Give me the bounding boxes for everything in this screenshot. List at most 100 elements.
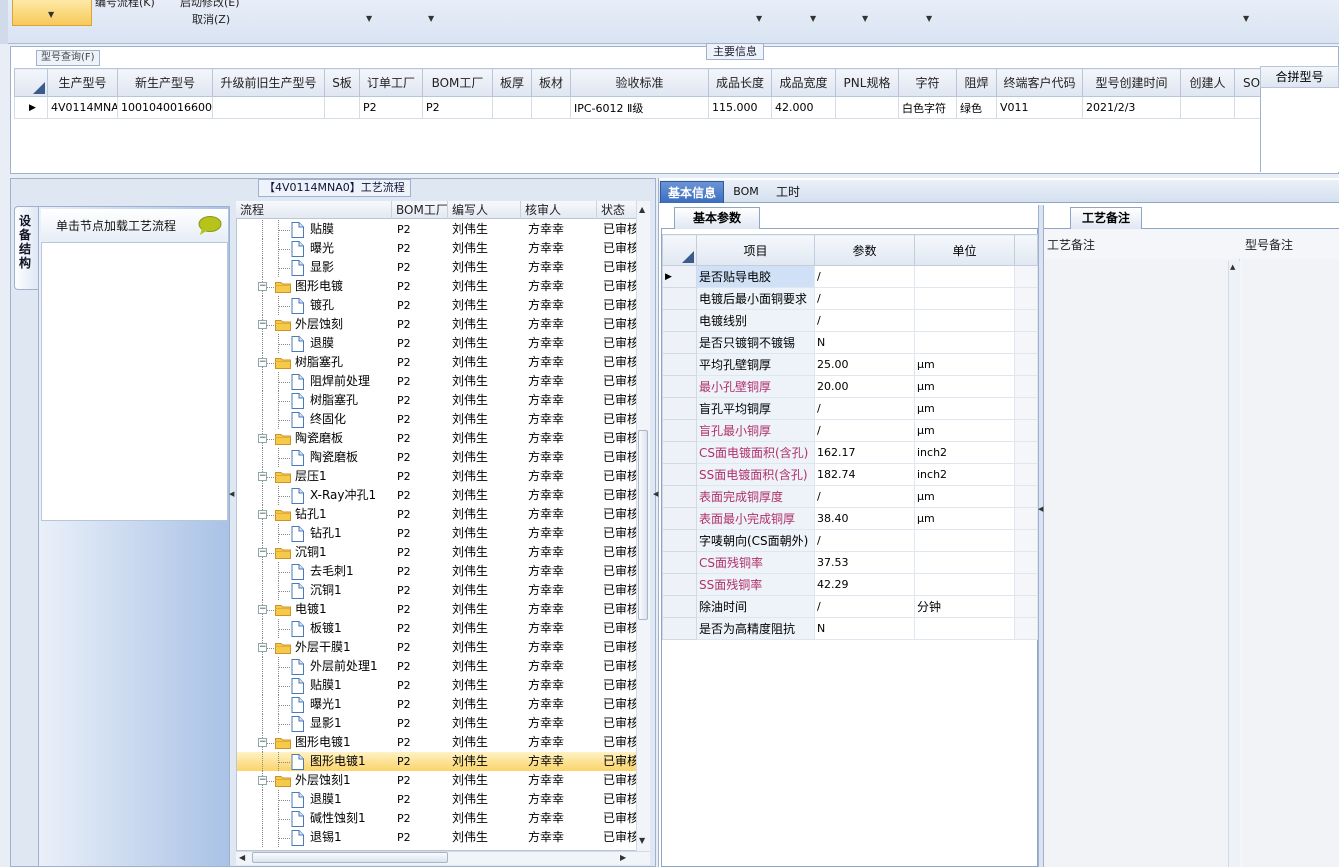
param-row[interactable]: 是否只镀铜不镀锡 N (662, 331, 1038, 354)
tree-row[interactable]: 树脂塞孔 P2 刘伟生 方幸幸 已审核 (237, 391, 637, 410)
row-indicator[interactable] (662, 441, 697, 464)
tab-basic-params[interactable]: 基本参数 (674, 207, 760, 229)
tree-row[interactable]: 陶瓷磨板 P2 刘伟生 方幸幸 已审核 (237, 448, 637, 467)
main-cell[interactable]: 42.000 (771, 96, 836, 119)
collapse-left-icon[interactable]: ◀ (653, 490, 658, 498)
param-row[interactable]: 盲孔平均铜厚 / μm (662, 397, 1038, 420)
param-value[interactable]: / (814, 265, 915, 288)
param-row[interactable]: SS面残铜率 42.29 (662, 573, 1038, 596)
tree-row[interactable]: 板镀1 P2 刘伟生 方幸幸 已审核 (237, 619, 637, 638)
row-indicator[interactable] (662, 507, 697, 530)
row-indicator[interactable] (662, 397, 697, 420)
toolbar-number-flow[interactable]: 编号流程(K) (95, 0, 155, 10)
tree-row[interactable]: 退锡1 P2 刘伟生 方幸幸 已审核 (237, 828, 637, 847)
tree-col-header[interactable]: 编写人 (449, 201, 521, 219)
tree-row[interactable]: 镀孔 P2 刘伟生 方幸幸 已审核 (237, 296, 637, 315)
main-cell[interactable] (212, 96, 325, 119)
collapse-node-icon[interactable]: − (258, 605, 267, 614)
tree-row[interactable]: 外层前处理1 P2 刘伟生 方幸幸 已审核 (237, 657, 637, 676)
tree-row[interactable]: − 沉铜1 P2 刘伟生 方幸幸 已审核 (237, 543, 637, 562)
row-indicator[interactable] (662, 309, 697, 332)
collapse-left-icon[interactable]: ◀ (1038, 505, 1043, 513)
main-cell[interactable]: 白色字符 (898, 96, 957, 119)
param-value[interactable]: N (814, 331, 915, 354)
param-row[interactable]: 电镀后最小面铜要求 / (662, 287, 1038, 310)
collapse-left-icon[interactable]: ◀ (229, 490, 234, 498)
model-query-label[interactable]: 型号查询(F) (36, 50, 100, 66)
scroll-up-icon[interactable]: ▲ (1230, 263, 1235, 271)
tree-row[interactable]: − 陶瓷磨板 P2 刘伟生 方幸幸 已审核 (237, 429, 637, 448)
row-indicator[interactable] (662, 529, 697, 552)
collapse-node-icon[interactable]: − (258, 548, 267, 557)
param-row[interactable]: 平均孔壁铜厚 25.00 μm (662, 353, 1038, 376)
tree-row[interactable]: 显影 P2 刘伟生 方幸幸 已审核 (237, 258, 637, 277)
tree-row[interactable]: − 钻孔1 P2 刘伟生 方幸幸 已审核 (237, 505, 637, 524)
main-cell[interactable]: P2 (422, 96, 493, 119)
collapse-node-icon[interactable]: − (258, 434, 267, 443)
row-indicator[interactable] (662, 375, 697, 398)
model-notes-field[interactable] (1242, 259, 1339, 867)
tree-col-header[interactable]: 核审人 (522, 201, 597, 219)
scroll-left-icon[interactable]: ◀ (239, 853, 245, 862)
main-col-header[interactable]: 订单工厂 (359, 68, 423, 97)
main-col-header[interactable]: 升级前旧生产型号 (212, 68, 325, 97)
tree-row[interactable]: 终固化 P2 刘伟生 方幸幸 已审核 (237, 410, 637, 429)
main-cell[interactable]: 绿色 (956, 96, 997, 119)
tree-col-header[interactable]: 状态 (598, 201, 638, 219)
tree-row[interactable]: 曝光 P2 刘伟生 方幸幸 已审核 (237, 239, 637, 258)
tree-row[interactable]: 沉铜1 P2 刘伟生 方幸幸 已审核 (237, 581, 637, 600)
collapse-node-icon[interactable]: − (258, 320, 267, 329)
tree-row[interactable]: − 图形电镀1 P2 刘伟生 方幸幸 已审核 (237, 733, 637, 752)
chevron-down-icon[interactable]: ▼ (428, 14, 434, 23)
param-value[interactable]: 38.40 (814, 507, 915, 530)
tree-row[interactable]: 曝光1 P2 刘伟生 方幸幸 已审核 (237, 695, 637, 714)
main-col-header[interactable]: 成品宽度 (771, 68, 836, 97)
main-cell[interactable]: IPC-6012 Ⅱ级 (570, 96, 709, 119)
tree-row[interactable]: 退膜 P2 刘伟生 方幸幸 已审核 (237, 334, 637, 353)
process-notes-field[interactable] (1044, 259, 1240, 867)
main-col-header[interactable]: 成品长度 (708, 68, 772, 97)
param-row[interactable]: 电镀线别 / (662, 309, 1038, 332)
notes-vertical-scrollbar[interactable] (1228, 261, 1240, 867)
tab-work-hours[interactable]: 工时 (768, 181, 808, 203)
row-indicator[interactable] (662, 463, 697, 486)
collapse-node-icon[interactable]: − (258, 472, 267, 481)
params-col-header[interactable]: 项目 (696, 234, 815, 266)
chevron-down-icon[interactable]: ▼ (926, 14, 932, 23)
chevron-down-icon[interactable]: ▼ (366, 14, 372, 23)
main-cell[interactable] (324, 96, 360, 119)
param-value[interactable]: / (814, 529, 915, 552)
tree-col-header[interactable]: 流程 (237, 201, 392, 219)
param-value[interactable]: N (814, 617, 915, 640)
param-value[interactable]: 20.00 (814, 375, 915, 398)
main-col-header[interactable]: 创建人 (1180, 68, 1235, 97)
param-row[interactable]: ▶ 是否贴导电胶 / (662, 265, 1038, 288)
main-col-header[interactable]: 验收标准 (570, 68, 709, 97)
row-indicator[interactable] (662, 331, 697, 354)
param-value[interactable]: / (814, 287, 915, 310)
row-indicator[interactable] (662, 287, 697, 310)
row-indicator[interactable]: ▶ (662, 265, 697, 288)
scroll-down-icon[interactable]: ▼ (639, 836, 645, 845)
main-cell[interactable] (1180, 96, 1235, 119)
param-value[interactable]: / (814, 485, 915, 508)
row-indicator[interactable]: ▶ (14, 96, 48, 119)
collapse-node-icon[interactable]: − (258, 510, 267, 519)
row-indicator[interactable] (662, 595, 697, 618)
main-cell[interactable] (835, 96, 899, 119)
tree-row[interactable]: − 外层蚀刻 P2 刘伟生 方幸幸 已审核 (237, 315, 637, 334)
main-col-header[interactable]: S板 (324, 68, 360, 97)
tree-row[interactable]: − 图形电镀 P2 刘伟生 方幸幸 已审核 (237, 277, 637, 296)
param-value[interactable]: 25.00 (814, 353, 915, 376)
main-col-header[interactable]: PNL规格 (835, 68, 899, 97)
tree-row[interactable]: 钻孔1 P2 刘伟生 方幸幸 已审核 (237, 524, 637, 543)
tree-row[interactable]: X-Ray冲孔1 P2 刘伟生 方幸幸 已审核 (237, 486, 637, 505)
param-value[interactable]: / (814, 419, 915, 442)
main-cell[interactable]: 2021/2/3 (1082, 96, 1181, 119)
param-row[interactable]: 表面完成铜厚度 / μm (662, 485, 1038, 508)
params-col-header[interactable]: 参数 (814, 234, 915, 266)
params-col-header[interactable]: 单位 (914, 234, 1015, 266)
main-col-header[interactable]: BOM工厂 (422, 68, 493, 97)
tree-row[interactable]: 退膜1 P2 刘伟生 方幸幸 已审核 (237, 790, 637, 809)
param-value[interactable]: 42.29 (814, 573, 915, 596)
